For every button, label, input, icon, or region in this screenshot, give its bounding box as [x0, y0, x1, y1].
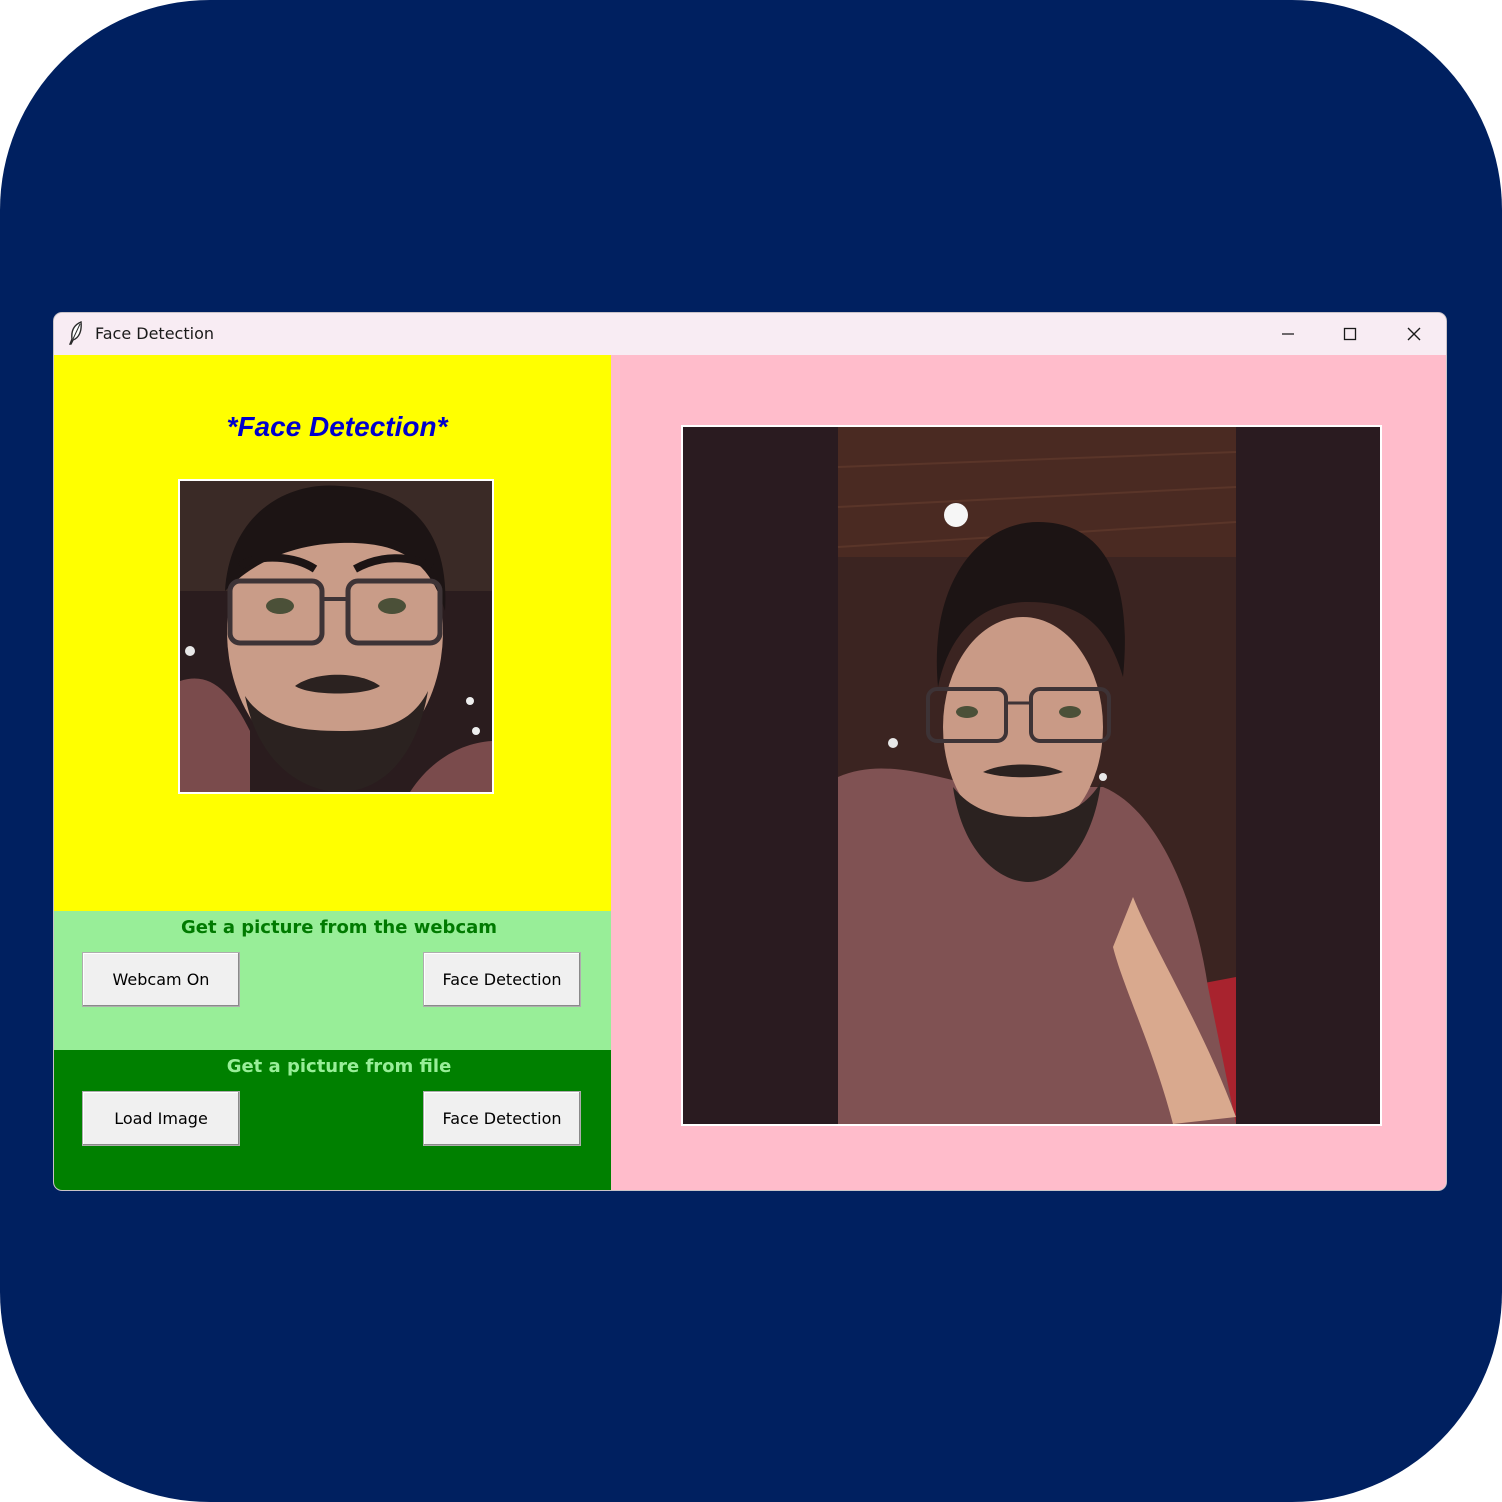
file-panel-title: Get a picture from file: [226, 1056, 452, 1077]
loaded-image: [681, 425, 1382, 1126]
display-panel: [611, 355, 1446, 1190]
webcam-face-detection-button[interactable]: Face Detection: [423, 952, 581, 1007]
webcam-panel-title: Get a picture from the webcam: [180, 917, 498, 938]
maximize-button[interactable]: [1319, 313, 1381, 355]
window-title: Face Detection: [95, 324, 214, 343]
minimize-icon: [1282, 333, 1294, 335]
webcam-panel: Get a picture from the webcam Webcam On …: [54, 911, 611, 1050]
file-panel: Get a picture from file Load Image Face …: [54, 1050, 611, 1190]
minimize-button[interactable]: [1257, 313, 1319, 355]
title-bar[interactable]: Face Detection: [54, 313, 1446, 355]
page-title: *Face Detection*: [226, 411, 448, 442]
close-icon: [1407, 327, 1421, 341]
file-face-detection-button[interactable]: Face Detection: [423, 1091, 581, 1146]
window-content: *Face Detection* Get a picture from the …: [54, 355, 1446, 1190]
webcam-on-button[interactable]: Webcam On: [82, 952, 240, 1007]
feather-icon: [68, 321, 84, 345]
close-button[interactable]: [1383, 313, 1445, 355]
maximize-icon: [1343, 327, 1357, 341]
load-image-button[interactable]: Load Image: [82, 1091, 240, 1146]
detected-face-image: [178, 479, 494, 794]
app-window: Face Detection *Face Detection* Get a pi…: [54, 313, 1446, 1190]
preview-panel: *Face Detection*: [54, 355, 611, 911]
